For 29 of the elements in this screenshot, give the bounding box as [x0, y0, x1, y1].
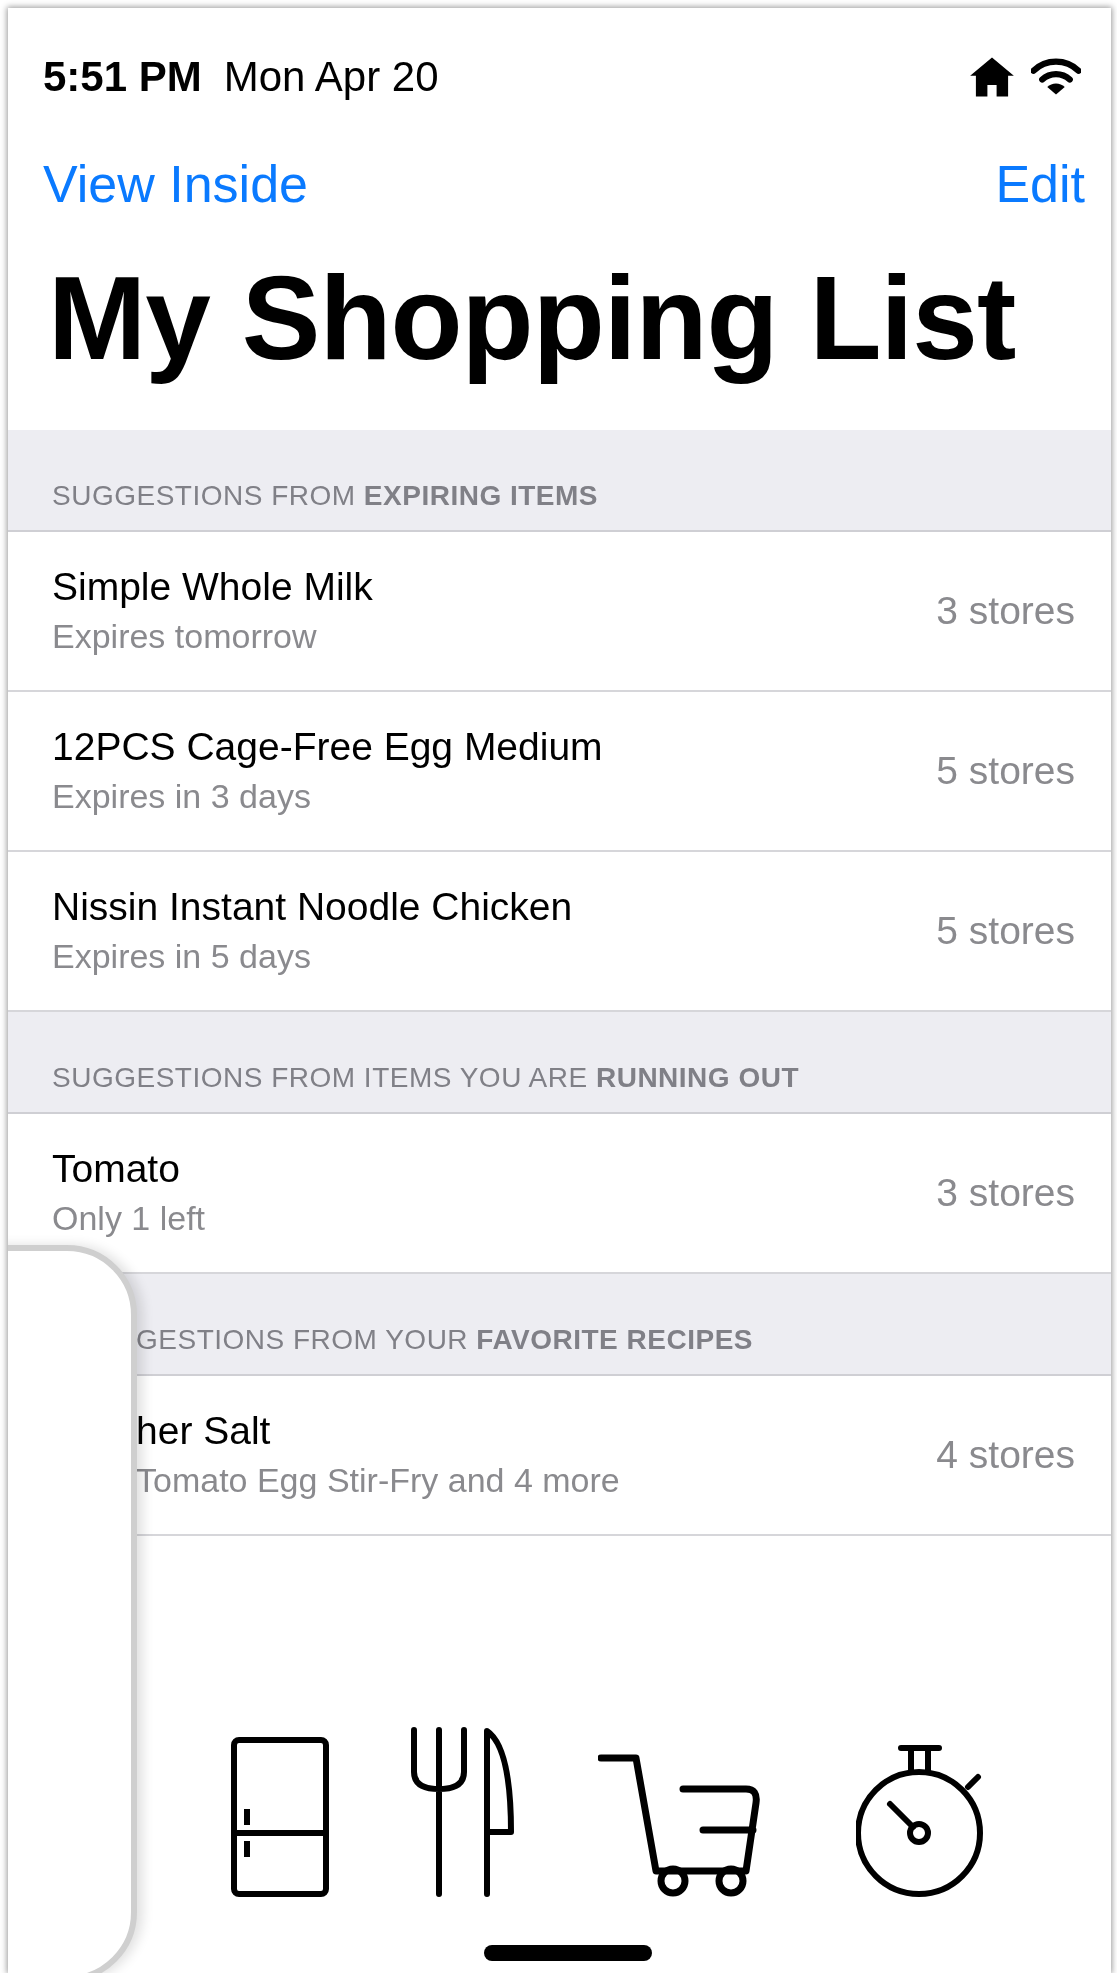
fork-and-knife-icon[interactable] [411, 1727, 516, 1897]
list-row[interactable]: 12PCS Cage-Free Egg Medium Expires in 3 days 5 stores [8, 691, 1111, 852]
item-name: 12PCS Cage-Free Egg Medium [52, 725, 603, 770]
section-header-text: SUGGESTIONS FROM EXPIRING ITEMS [52, 479, 598, 512]
item-name: Tomato [52, 1147, 181, 1192]
item-detail: Only 1 left [52, 1199, 206, 1239]
home-icon [969, 56, 1015, 98]
status-time: 5:51 PM [43, 53, 202, 101]
section-header-text: GESTIONS FROM YOUR FAVORITE RECIPES [136, 1323, 753, 1356]
page-title: My Shopping List [48, 251, 1017, 386]
section-header-text: SUGGESTIONS FROM ITEMS YOU ARE RUNNING OUT [52, 1061, 799, 1094]
edit-button[interactable]: Edit [995, 154, 1085, 214]
item-detail: Expires tomorrow [52, 617, 318, 657]
item-name: Nissin Instant Noodle Chicken [52, 885, 573, 930]
store-count: 3 stores [936, 588, 1075, 633]
item-detail: Expires in 5 days [52, 937, 312, 977]
list-row[interactable]: Simple Whole Milk Expires tomorrow 3 stores [8, 531, 1111, 692]
store-count: 3 stores [936, 1170, 1075, 1215]
store-count: 5 stores [936, 908, 1075, 953]
store-count: 4 stores [936, 1432, 1075, 1477]
item-detail: Expires in 3 days [52, 777, 312, 817]
fridge-icon[interactable] [230, 1737, 329, 1897]
status-date: Mon Apr 20 [223, 53, 439, 101]
store-count: 5 stores [936, 748, 1075, 793]
wifi-icon [1031, 58, 1081, 96]
item-name: Simple Whole Milk [52, 565, 373, 610]
item-name: her Salt [136, 1409, 272, 1454]
view-inside-button[interactable]: View Inside [43, 154, 308, 214]
item-detail: Tomato Egg Stir-Fry and 4 more [136, 1461, 620, 1501]
